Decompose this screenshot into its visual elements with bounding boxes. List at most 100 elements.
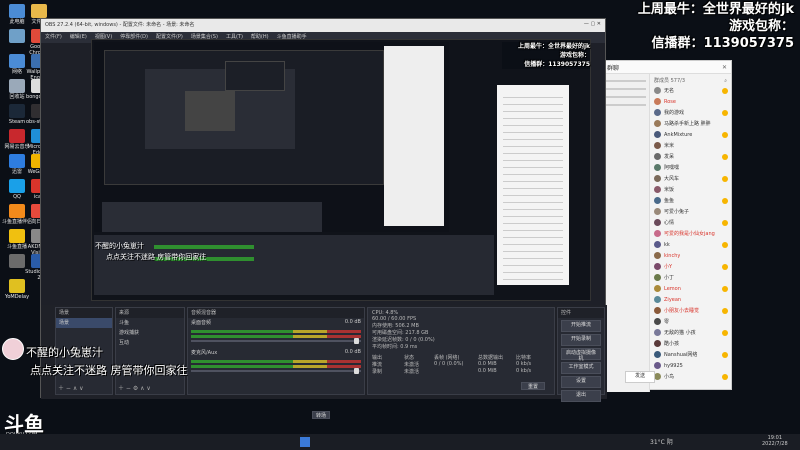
avatar [654,318,661,325]
member-row[interactable]: 米饭 [654,184,731,195]
mixer-header: 音频混音器 [188,308,364,318]
member-name: 我的游戏 [664,110,685,116]
nested-preview-2 [104,50,384,185]
level-badge-icon [722,329,728,336]
member-row[interactable]: kk [654,239,731,250]
menu-item[interactable]: 编辑(E) [70,34,87,40]
control-button[interactable]: 开始推流 [561,320,601,332]
clock[interactable]: 19:01 2022/7/28 [762,435,788,447]
close-icon[interactable]: ✕ [722,64,727,71]
member-row[interactable]: 心情 [654,217,731,228]
member-row[interactable]: AnkMixture [654,129,731,140]
level-badge-icon [722,197,728,204]
member-name: 酷小孩 [664,341,680,347]
source-add-icon[interactable]: ＋ − ⚙ ∧ ∨ [118,383,151,392]
stat-avg: 平均帧时间: 0.9 ms [372,344,418,350]
member-row[interactable]: Ziyean [654,294,731,305]
member-row[interactable]: 我的游戏 [654,107,731,118]
stats-row: 推流 未激活 0 / 0 (0.0%) 0.0 MiB 0 kb/s [372,361,550,368]
member-row[interactable]: Rose [654,96,731,107]
avatar [654,98,661,105]
source-item[interactable]: 斗鱼 [116,318,184,328]
volume-slider[interactable] [191,368,361,374]
window-controls-icon[interactable]: — ▢ ✕ [584,21,601,27]
send-button[interactable]: 发送 [625,371,655,383]
member-row[interactable]: 大风车 [654,173,731,184]
reset-button[interactable]: 重置 [521,382,545,390]
member-row[interactable]: Lemon [654,283,731,294]
taskbar: 31°C 阴 19:01 2022/7/28 [0,434,800,450]
audio-meter [191,335,361,338]
volume-slider[interactable] [191,338,361,344]
member-row[interactable]: 阿嘿嘿 [654,162,731,173]
member-row[interactable]: hy9925 [654,360,731,371]
member-row[interactable]: 鱼鱼 [654,195,731,206]
member-row[interactable]: 发呆 [654,151,731,162]
desktop-icon[interactable]: YoMDelay [2,279,32,300]
member-name: 马路杀手新上路 胖胖 [664,121,711,127]
scene-add-icon[interactable]: ＋ − ∧ ∨ [58,383,84,392]
member-row[interactable]: 无敌的猫 小孩 [654,327,731,338]
scene-item[interactable]: 场景 [56,318,112,328]
avatar [654,252,661,259]
level-badge-icon [722,109,728,116]
member-row[interactable]: 小鸟 [654,371,731,382]
member-row[interactable]: 小丁 [654,272,731,283]
source-item[interactable]: 互动 [116,338,184,348]
chat-message-area: 发送 [603,74,655,392]
member-name: 米米 [664,143,675,149]
avatar [654,307,661,314]
avatar [654,120,661,127]
member-row[interactable]: 小Y [654,261,731,272]
member-row[interactable]: 可爱小兔子 [654,206,731,217]
col-total: 总数据输出 [478,355,504,361]
member-row[interactable]: 可爱的我是小仙女jang [654,228,731,239]
member-name: 无名 [664,88,675,94]
app-icon [9,229,25,243]
stat-disk: 可用磁盘空间: 217.8 GB [372,330,429,336]
control-button[interactable]: 设置 [561,376,601,388]
overlay-line-1: 上周最牛：全世界最好的jk [637,2,794,17]
avatar [654,362,661,369]
menu-item[interactable]: 文件(F) [45,34,62,40]
controls-header: 控件 [558,308,604,318]
avatar [654,197,661,204]
avatar [654,175,661,182]
member-name: Rose [664,98,676,105]
app-icon [9,29,25,43]
nested-streamer-subtitle: 点点关注不迷路 房管带你回家往 [106,253,207,261]
member-row[interactable]: 酷小孩 [654,338,731,349]
obs-window: OBS 27.2.4 (64-bit, windows) - 配置文件: 未命名… [40,18,607,419]
col-status: 状态 [404,355,415,361]
search-icon[interactable]: ⌕ [724,78,727,84]
overlay-line-2: 游戏包称： [728,19,794,34]
chat-window: 群聊 ✕ 发送 群成员 577/3 ⌕ 无名 Rose 我的游戏 马路杀手新上路 胖胖… [602,60,732,392]
member-name: 阿嘿嘿 [664,165,680,171]
source-item[interactable]: 游戏捕获 [116,328,184,338]
app-icon [9,204,25,218]
member-row[interactable]: 零 [654,316,731,327]
member-row[interactable]: 小朋友小去睡觉 [654,305,731,316]
member-row[interactable]: 米米 [654,140,731,151]
control-button[interactable]: 工作室模式 [561,362,601,374]
transition-button[interactable]: 转场 [312,411,330,419]
member-row[interactable]: 马路杀手新上路 胖胖 [654,118,731,129]
col-output: 输出 [372,355,383,361]
control-button[interactable]: 开始录制 [561,334,601,346]
member-row[interactable]: Nanshuai网络 [654,349,731,360]
avatar [654,274,661,281]
avatar [654,87,661,94]
control-button[interactable]: 启动虚拟摄像机 [561,348,601,362]
stat-mem: 内存使用: 506.2 MB [372,323,419,329]
avatar [654,340,661,347]
audio-meter [191,330,361,333]
col-dropped: 丢帧 (网络) [434,355,460,361]
avatar [654,241,661,248]
control-button[interactable]: 退出 [561,390,601,402]
nested-overlay-3: 信播群：1139057375 [524,61,590,68]
member-row[interactable]: 无名 [654,85,731,96]
audio-mixer-panel: 音频混音器 桌面音频 0.0 dB 麦克风/Aux 0.0 dB [187,307,365,395]
member-row[interactable]: kinchy [654,250,731,261]
start-icon[interactable] [300,437,310,447]
avatar [654,109,661,116]
